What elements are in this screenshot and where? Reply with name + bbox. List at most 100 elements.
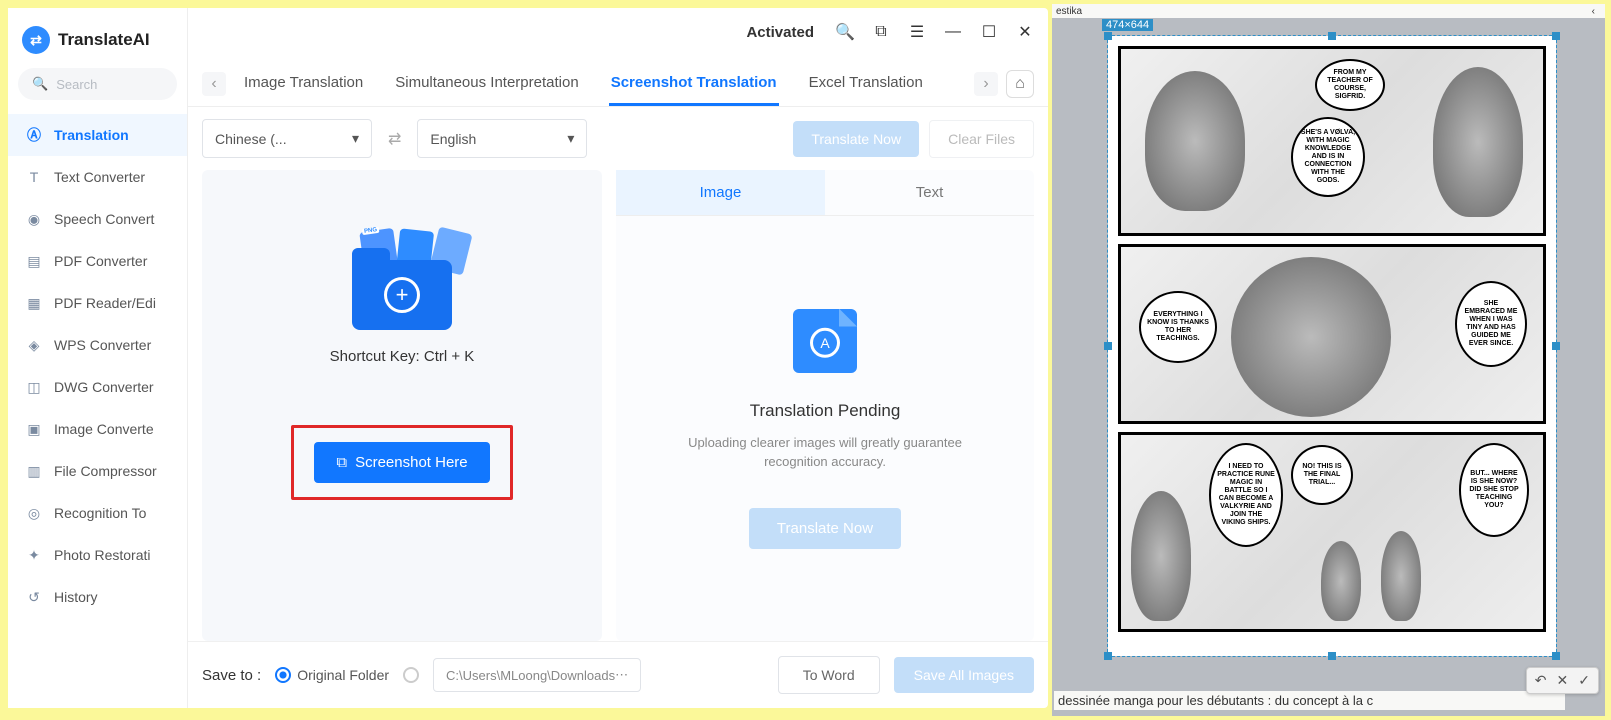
upload-panel: PNG + Shortcut Key: Ctrl + K ⧉ Screensho…	[202, 170, 602, 641]
tab-simultaneous-interpretation[interactable]: Simultaneous Interpretation	[393, 66, 580, 106]
speech-bubble: FROM MY TEACHER OF COURSE, SIGFRID.	[1315, 59, 1385, 111]
pending-title: Translation Pending	[750, 401, 901, 421]
app-logo: ⇄ TranslateAI	[8, 20, 187, 68]
sidebar-item-image-converter[interactable]: ▣Image Converte	[8, 408, 187, 450]
history-icon: ↺	[24, 587, 44, 607]
zoom-icon[interactable]: 🔍	[834, 21, 856, 43]
sidebar-item-pdf-converter[interactable]: ▤PDF Converter	[8, 240, 187, 282]
recognition-icon: ◎	[24, 503, 44, 523]
source-language-select[interactable]: Chinese (...▾	[202, 119, 372, 158]
undo-icon[interactable]: ↶	[1535, 672, 1547, 689]
speech-bubble: NO! THIS IS THE FINAL TRIAL...	[1291, 445, 1353, 505]
topbar: Activated 🔍 ⧉ ☰ — ☐ ✕	[188, 8, 1048, 56]
translate-now-button-top[interactable]: Translate Now	[793, 121, 919, 157]
sidebar-item-pdf-reader[interactable]: ▦PDF Reader/Edi	[8, 282, 187, 324]
more-icon[interactable]: ⋯	[615, 667, 628, 683]
manga-preview-pane: estika ‹ 474×644 FROM MY TEACHER OF COUR…	[1052, 4, 1605, 716]
radio-unchecked-icon	[403, 667, 419, 683]
chevron-left-icon[interactable]: ‹	[1592, 6, 1605, 17]
screenshot-toolbar: ↶ ✕ ✓	[1526, 667, 1599, 694]
subtab-image[interactable]: Image	[616, 170, 825, 215]
pending-subtitle: Uploading clearer images will greatly gu…	[665, 433, 985, 472]
result-panel: Image Text A Translation Pending Uploadi…	[616, 170, 1034, 641]
text-icon: T	[24, 167, 44, 187]
shortcut-hint: Shortcut Key: Ctrl + K	[330, 348, 475, 365]
browser-strip: estika ‹	[1052, 4, 1605, 18]
compress-icon: ▥	[24, 461, 44, 481]
tab-excel-translation[interactable]: Excel Translation	[807, 66, 925, 106]
speech-icon: ◉	[24, 209, 44, 229]
target-language-select[interactable]: English▾	[417, 119, 587, 158]
tab-image-translation[interactable]: Image Translation	[242, 66, 365, 106]
language-row: Chinese (...▾ ⇄ English▾ Translate Now C…	[188, 107, 1048, 170]
popout-icon[interactable]: ⧉	[870, 21, 892, 43]
close-button[interactable]: ✕	[1014, 21, 1036, 43]
manga-panel-3: I NEED TO PRACTICE RUNE MAGIC IN BATTLE …	[1118, 432, 1546, 632]
sidebar-item-history[interactable]: ↺History	[8, 576, 187, 618]
sidebar-item-text-converter[interactable]: TText Converter	[8, 156, 187, 198]
subtab-text[interactable]: Text	[825, 170, 1034, 215]
tab-screenshot-translation[interactable]: Screenshot Translation	[609, 66, 779, 106]
selection-handle[interactable]	[1104, 342, 1112, 350]
image-caption: dessinée manga pour les débutants : du c…	[1054, 691, 1565, 710]
manga-image-selection[interactable]: FROM MY TEACHER OF COURSE, SIGFRID. SHE'…	[1108, 36, 1556, 656]
cancel-icon[interactable]: ✕	[1557, 672, 1569, 689]
minimize-button[interactable]: —	[942, 21, 964, 43]
sidebar-item-wps-converter[interactable]: ◈WPS Converter	[8, 324, 187, 366]
selection-handle[interactable]	[1328, 652, 1336, 660]
sidebar-item-recognition[interactable]: ◎Recognition To	[8, 492, 187, 534]
chevron-down-icon: ▾	[567, 130, 574, 147]
app-title: TranslateAI	[58, 30, 150, 50]
search-placeholder: Search	[56, 77, 97, 92]
tab-next-button[interactable]: ›	[974, 72, 998, 96]
save-all-images-button[interactable]: Save All Images	[894, 657, 1034, 693]
sidebar-item-file-compressor[interactable]: ▥File Compressor	[8, 450, 187, 492]
body-row: PNG + Shortcut Key: Ctrl + K ⧉ Screensho…	[188, 170, 1048, 641]
activated-label: Activated	[746, 24, 814, 41]
to-word-button[interactable]: To Word	[778, 656, 880, 694]
pending-file-icon: A	[793, 309, 857, 373]
sidebar-item-translation[interactable]: ⒶTranslation	[8, 114, 187, 156]
sidebar-item-speech-convert[interactable]: ◉Speech Convert	[8, 198, 187, 240]
selection-handle[interactable]	[1104, 652, 1112, 660]
swap-languages-icon[interactable]: ⇄	[382, 129, 407, 149]
clear-files-button[interactable]: Clear Files	[929, 120, 1034, 158]
sidebar-item-photo-restoration[interactable]: ✦Photo Restorati	[8, 534, 187, 576]
sidebar: ⇄ TranslateAI 🔍 Search ⒶTranslation TTex…	[8, 8, 188, 708]
search-input[interactable]: 🔍 Search	[18, 68, 177, 100]
save-to-label: Save to :	[202, 667, 261, 684]
manga-panel-1: FROM MY TEACHER OF COURSE, SIGFRID. SHE'…	[1118, 46, 1546, 236]
radio-original-folder[interactable]: Original Folder	[275, 667, 389, 683]
menu-icon[interactable]: ☰	[906, 21, 928, 43]
selection-handle[interactable]	[1328, 32, 1336, 40]
bottom-row: Save to : Original Folder C:\Users\MLoon…	[188, 641, 1048, 708]
photo-icon: ✦	[24, 545, 44, 565]
radio-custom-path[interactable]	[403, 667, 419, 683]
selection-handle[interactable]	[1552, 652, 1560, 660]
translate-icon: Ⓐ	[24, 125, 44, 145]
path-input[interactable]: C:\Users\MLoong\Downloads ⋯	[433, 658, 641, 692]
speech-bubble: SHE'S A VØLVA, WITH MAGIC KNOWLEDGE AND …	[1291, 117, 1365, 197]
home-icon[interactable]: ⌂	[1006, 70, 1034, 98]
translate-now-button-center[interactable]: Translate Now	[749, 508, 901, 549]
selection-handle[interactable]	[1552, 342, 1560, 350]
selection-handle[interactable]	[1552, 32, 1560, 40]
add-file-icon: +	[384, 277, 420, 313]
highlight-box: ⧉ Screenshot Here	[291, 425, 512, 500]
logo-icon: ⇄	[22, 26, 50, 54]
tab-prev-button[interactable]: ‹	[202, 72, 226, 96]
pending-area: A Translation Pending Uploading clearer …	[616, 216, 1034, 641]
wps-icon: ◈	[24, 335, 44, 355]
manga-panel-2: EVERYTHING I KNOW IS THANKS TO HER TEACH…	[1118, 244, 1546, 424]
maximize-button[interactable]: ☐	[978, 21, 1000, 43]
confirm-icon[interactable]: ✓	[1578, 672, 1590, 689]
dwg-icon: ◫	[24, 377, 44, 397]
pdf-icon: ▤	[24, 251, 44, 271]
sidebar-item-dwg-converter[interactable]: ◫DWG Converter	[8, 366, 187, 408]
manga-page: FROM MY TEACHER OF COURSE, SIGFRID. SHE'…	[1118, 46, 1546, 646]
app-window: ⇄ TranslateAI 🔍 Search ⒶTranslation TTex…	[8, 8, 1048, 708]
main-content: Activated 🔍 ⧉ ☰ — ☐ ✕ ‹ Image Translatio…	[188, 8, 1048, 708]
screenshot-here-button[interactable]: ⧉ Screenshot Here	[314, 442, 489, 483]
selection-handle[interactable]	[1104, 32, 1112, 40]
result-subtabs: Image Text	[616, 170, 1034, 216]
